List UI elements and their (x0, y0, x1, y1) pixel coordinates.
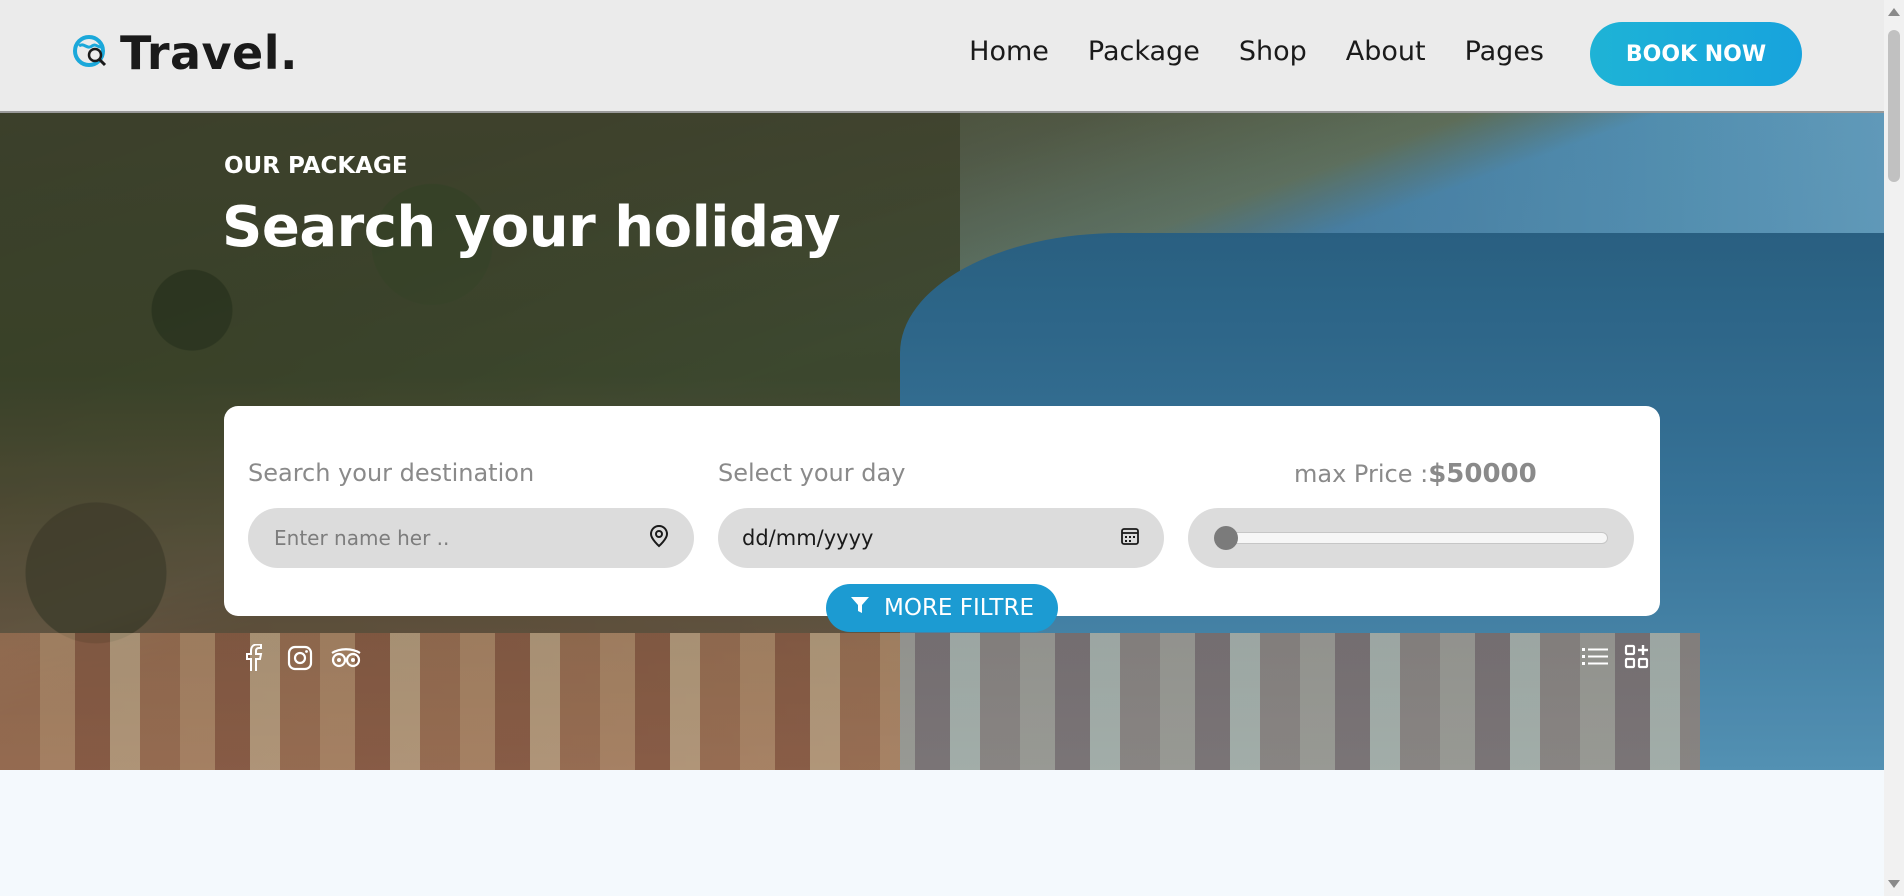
nav-shop[interactable]: Shop (1239, 36, 1307, 67)
max-price-value: $50000 (1428, 459, 1537, 489)
calendar-icon[interactable] (1120, 526, 1140, 550)
logo-text: Travel. (120, 26, 298, 80)
nav-about[interactable]: About (1346, 36, 1426, 67)
page-scrollbar[interactable] (1884, 0, 1904, 896)
main-nav: Home Package Shop About Pages (969, 36, 1544, 67)
scroll-up-arrow[interactable] (1888, 8, 1900, 16)
filter-icon (850, 595, 870, 621)
list-view-icon[interactable] (1580, 642, 1610, 672)
nav-home[interactable]: Home (969, 36, 1049, 67)
social-links (238, 642, 362, 674)
date-field[interactable]: dd/mm/yyyy (718, 508, 1164, 568)
site-header: Travel. Home Package Shop About Pages BO… (0, 0, 1884, 113)
price-slider[interactable] (1188, 508, 1634, 568)
location-pin-icon (648, 524, 670, 552)
scroll-down-arrow[interactable] (1888, 880, 1900, 888)
nav-package[interactable]: Package (1088, 36, 1200, 67)
max-price-label: max Price :$50000 (1294, 459, 1537, 489)
day-label: Select your day (718, 459, 906, 487)
destination-input[interactable] (272, 525, 648, 551)
view-toggle (1580, 642, 1652, 672)
destination-field[interactable] (248, 508, 694, 568)
grid-view-icon[interactable] (1622, 642, 1652, 672)
instagram-icon[interactable] (284, 642, 316, 674)
facebook-icon[interactable] (238, 642, 270, 674)
nav-pages[interactable]: Pages (1465, 36, 1544, 67)
hero-title: Search your holiday (222, 195, 841, 260)
slider-track[interactable] (1224, 532, 1608, 544)
date-input[interactable]: dd/mm/yyyy (742, 526, 1120, 550)
tripadvisor-icon[interactable] (330, 642, 362, 674)
globe-search-icon (72, 32, 110, 74)
more-filter-button[interactable]: MORE FILTRE (826, 584, 1058, 632)
scroll-thumb[interactable] (1888, 30, 1900, 182)
more-filter-label: MORE FILTRE (884, 595, 1034, 621)
logo[interactable]: Travel. (72, 26, 298, 80)
hero-subtitle: OUR PACKAGE (224, 153, 408, 179)
slider-thumb[interactable] (1214, 526, 1238, 550)
destination-label: Search your destination (248, 459, 535, 487)
book-now-button[interactable]: BOOK NOW (1590, 22, 1802, 86)
